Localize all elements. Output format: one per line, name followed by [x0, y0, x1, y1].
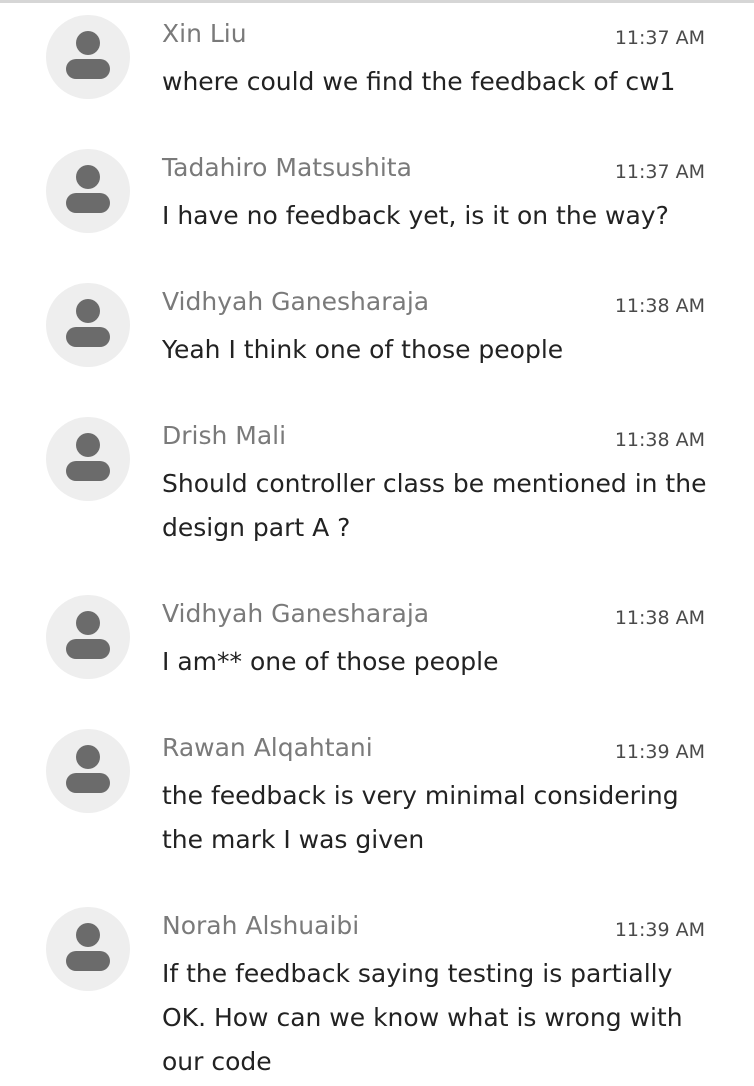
avatar[interactable] — [46, 595, 130, 679]
message-text: If the feedback saying testing is partia… — [162, 959, 683, 1076]
message-author[interactable]: Tadahiro Matsushita — [162, 152, 412, 184]
message-author[interactable]: Vidhyah Ganesharaja — [162, 286, 429, 318]
default-user-icon — [66, 611, 110, 659]
message-text: I have no feedback yet, is it on the way… — [162, 201, 669, 230]
message-author[interactable]: Xin Liu — [162, 18, 247, 50]
message-author[interactable]: Vidhyah Ganesharaja — [162, 598, 429, 630]
message-text: Yeah I think one of those people — [162, 335, 564, 364]
message-author[interactable]: Norah Alshuaibi — [162, 910, 359, 942]
message-author[interactable]: Rawan Alqahtani — [162, 732, 373, 764]
avatar[interactable] — [46, 283, 130, 367]
avatar[interactable] — [46, 729, 130, 813]
message-text: I am** one of those people — [162, 647, 499, 676]
default-user-icon — [66, 299, 110, 347]
message-timestamp: 11:38 AM — [614, 429, 705, 451]
message-text: where could we find the feedback of cw1 — [162, 67, 676, 96]
message-timestamp: 11:38 AM — [614, 607, 705, 629]
message-author[interactable]: Drish Mali — [162, 420, 286, 452]
avatar[interactable] — [46, 15, 130, 99]
default-user-icon — [66, 433, 110, 481]
chat-message-list[interactable]: Xin Liu 11:37 AM where could we find the… — [0, 0, 754, 1086]
avatar[interactable] — [46, 417, 130, 501]
message-timestamp: 11:37 AM — [614, 161, 705, 183]
avatar[interactable] — [46, 149, 130, 233]
default-user-icon — [66, 165, 110, 213]
avatar[interactable] — [46, 907, 130, 991]
message-text: Should controller class be mentioned in … — [162, 469, 707, 542]
message-timestamp: 11:38 AM — [614, 295, 705, 317]
message-timestamp: 11:37 AM — [614, 27, 705, 49]
message-text: the feedback is very minimal considering… — [162, 781, 679, 854]
message-timestamp: 11:39 AM — [614, 919, 705, 941]
message-timestamp: 11:39 AM — [614, 741, 705, 763]
default-user-icon — [66, 745, 110, 793]
default-user-icon — [66, 31, 110, 79]
default-user-icon — [66, 923, 110, 971]
